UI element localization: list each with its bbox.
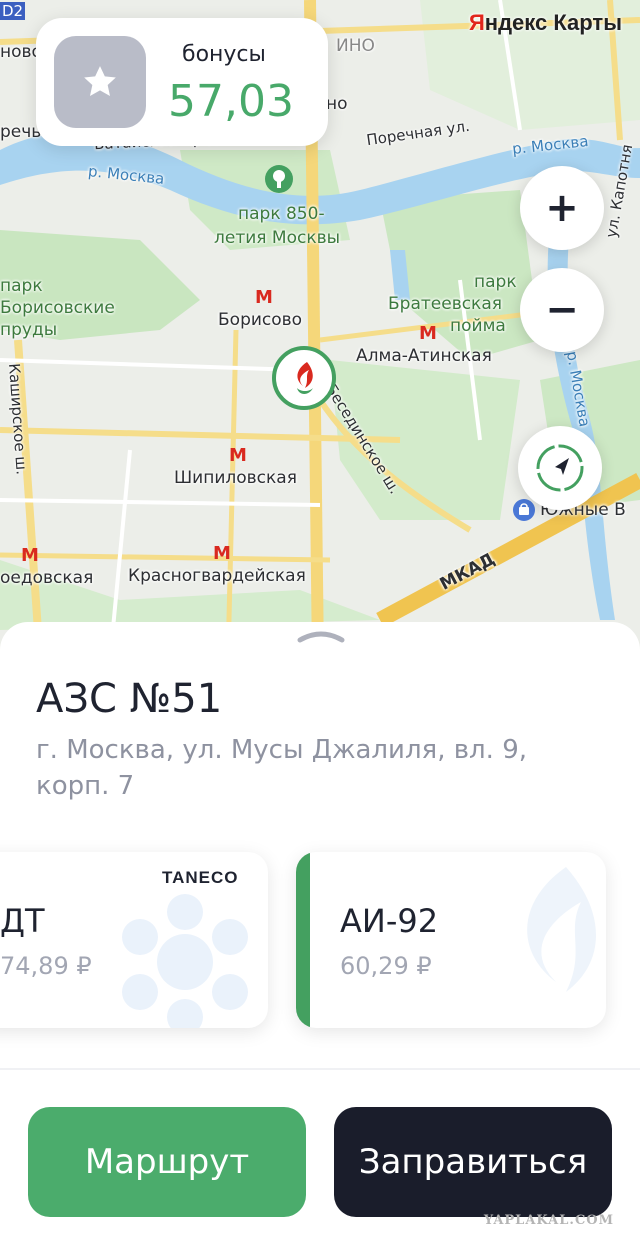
- station-title: АЗС №51: [36, 676, 223, 722]
- fuel-price: 74,89 ₽: [0, 952, 92, 980]
- bonus-card[interactable]: бонусы 57,03: [36, 18, 328, 146]
- refuel-button[interactable]: Заправиться: [334, 1107, 612, 1217]
- fuel-price: 60,29 ₽: [340, 952, 432, 980]
- station-address: г. Москва, ул. Мусы Джалиля, вл. 9, корп…: [36, 735, 528, 801]
- minus-icon: −: [545, 287, 579, 333]
- metro-icon: M: [255, 287, 273, 308]
- map-label-ino: ИНО: [336, 36, 375, 56]
- selected-indicator: [296, 852, 310, 1028]
- map-label-park850: парк 850-: [238, 204, 325, 224]
- map-label-park-boris-1: парк: [0, 276, 43, 296]
- fuel-name: ДТ: [0, 902, 45, 940]
- map-label-park-brat-2: Братеевская: [388, 294, 502, 314]
- plus-icon: +: [545, 185, 579, 231]
- metro-label-krasnogvardeyskaya: Красногвардейская: [128, 566, 306, 586]
- flame-watermark-icon: [527, 867, 596, 992]
- sheet-drag-handle[interactable]: [296, 628, 346, 644]
- park-tree-icon: [265, 165, 293, 193]
- road-badge-d2: D2: [0, 2, 26, 20]
- flame-logo-icon: [297, 362, 313, 394]
- fuel-card-ai92[interactable]: АИ-92 60,29 ₽: [296, 852, 606, 1028]
- flower-watermark-icon: [122, 894, 248, 1028]
- fuel-card-dt[interactable]: TANECO ДТ 74,89 ₽: [0, 852, 268, 1028]
- map-label-park850-2: летия Москвы: [214, 228, 341, 248]
- yandex-maps-logo[interactable]: Яндекс Карты: [469, 10, 622, 36]
- fuel-name: АИ-92: [340, 902, 439, 940]
- metro-label-domodedovskaya: оедовская: [0, 568, 94, 588]
- bonus-label: бонусы: [182, 42, 266, 67]
- compass-arrow-icon: [536, 444, 584, 492]
- zoom-out-button[interactable]: −: [520, 268, 604, 352]
- metro-icon: M: [229, 445, 247, 466]
- divider: [0, 1068, 640, 1070]
- site-watermark: YAPLAKAL.COM: [483, 1213, 614, 1228]
- metro-label-alma-atinskaya: Алма-Атинская: [356, 346, 492, 366]
- metro-label-borisovo: Борисово: [218, 310, 303, 330]
- map-label-park-brat-1: парк: [474, 272, 517, 292]
- metro-icon: M: [419, 323, 437, 344]
- my-location-button[interactable]: [518, 426, 602, 510]
- map-label-park-boris-3: пруды: [0, 320, 58, 340]
- metro-icon: M: [21, 545, 39, 566]
- metro-icon: M: [213, 543, 231, 564]
- map-view[interactable]: D2 ново ИНО но речье Батайский пр-д Поре…: [0, 0, 640, 660]
- map-label-no: но: [326, 94, 348, 114]
- taneco-logo: TANECO: [162, 868, 239, 887]
- shopping-bag-icon: [513, 499, 535, 521]
- zoom-in-button[interactable]: +: [520, 166, 604, 250]
- map-label-park-boris-2: Борисовские: [0, 298, 115, 318]
- gas-station-pin[interactable]: [272, 346, 336, 410]
- bonus-value: 57,03: [168, 76, 294, 127]
- metro-label-shipilovskaya: Шипиловская: [174, 468, 297, 488]
- star-icon: [54, 36, 146, 128]
- route-button[interactable]: Маршрут: [28, 1107, 306, 1217]
- map-label-park-brat-3: пойма: [450, 316, 506, 336]
